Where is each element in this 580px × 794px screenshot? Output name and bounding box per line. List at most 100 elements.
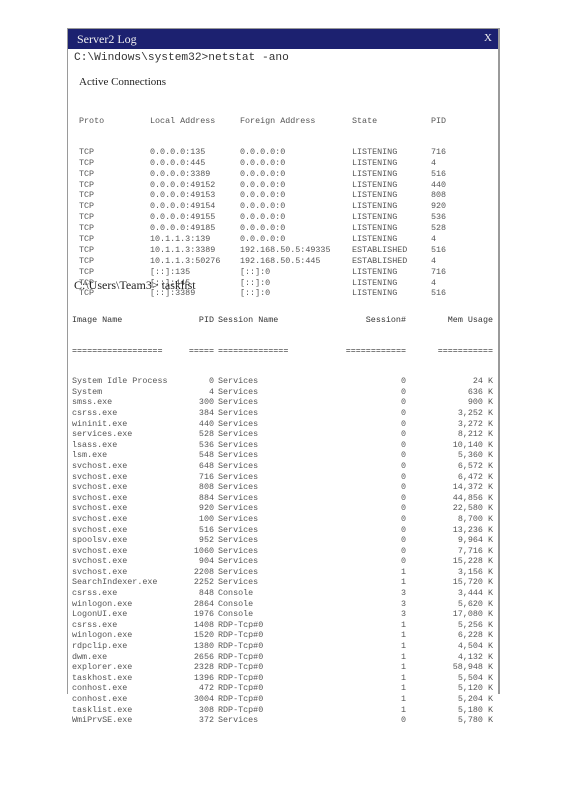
cell-local-address: 0.0.0.0:3389 [150, 168, 211, 179]
separator: ============== [218, 345, 289, 356]
process-row: conhost.exe 3004 RDP-Tcp#0 1 5,204 K [72, 694, 493, 705]
tasklist-header-row: Image Name PID Session Name Session# Mem… [72, 315, 493, 326]
cell-image-name: svchost.exe [72, 524, 128, 535]
netstat-table: Proto Local Address Foreign Address Stat… [79, 96, 446, 299]
cell-image-name: taskhost.exe [72, 672, 133, 683]
header-state: State [352, 116, 378, 126]
netstat-command: C:\Windows\system32>netstat -ano [74, 52, 289, 64]
process-row: svchost.exe 516 Services 0 13,236 K [72, 525, 493, 536]
separator: ================== [72, 345, 163, 356]
cell-image-name: svchost.exe [72, 503, 128, 514]
title-bar[interactable]: Server2 Log X [68, 29, 498, 49]
cell-pid: 2656 [193, 651, 214, 662]
cell-proto: TCP [79, 179, 95, 190]
cell-session-name: Services [218, 566, 259, 577]
cell-session-name: Services [218, 482, 259, 493]
cell-proto: TCP [79, 190, 95, 201]
cell-session-name: Services [218, 407, 259, 418]
separator: =========== [437, 345, 493, 356]
tasklist-separator-row: ================== ===== ============== … [72, 346, 493, 357]
cell-session-number: 1 [400, 619, 406, 630]
cell-session-number: 1 [400, 683, 406, 694]
cell-session-number: 0 [400, 439, 406, 450]
header-foreign-address: Foreign Address [240, 116, 316, 126]
cell-mem-usage: 17,080 K [452, 609, 493, 620]
cell-proto: TCP [79, 157, 95, 168]
cell-mem-usage: 13,236 K [452, 524, 493, 535]
cell-foreign-address: 0.0.0.0:0 [240, 179, 286, 190]
cell-session-name: Console [218, 598, 254, 609]
process-row: services.exe 528 Services 0 8,212 K [72, 429, 493, 440]
connection-row: TCP [::]:135 [::]:0 LISTENING 716 [79, 266, 446, 278]
cell-pid: 2864 [193, 598, 214, 609]
cell-session-name: Services [218, 492, 259, 503]
process-row: spoolsv.exe 952 Services 0 9,964 K [72, 535, 493, 546]
cell-mem-usage: 3,272 K [457, 418, 493, 429]
cell-session-number: 0 [400, 376, 406, 387]
cell-image-name: svchost.exe [72, 492, 128, 503]
cell-foreign-address: 0.0.0.0:0 [240, 190, 286, 201]
cell-local-address: [::]:135 [150, 266, 191, 277]
cell-session-number: 1 [400, 662, 406, 673]
cell-pid: 548 [198, 450, 214, 461]
cell-session-name: Services [218, 524, 259, 535]
cell-session-number: 0 [400, 450, 406, 461]
cell-session-number: 0 [400, 460, 406, 471]
connection-row: TCP 0.0.0.0:49152 0.0.0.0:0 LISTENING 440 [79, 179, 446, 191]
cell-state: LISTENING [352, 157, 398, 168]
cell-proto: TCP [79, 266, 95, 277]
process-row: svchost.exe 716 Services 0 6,472 K [72, 472, 493, 483]
cell-local-address: 10.1.1.3:3389 [150, 244, 216, 255]
cell-session-name: Services [218, 715, 259, 726]
cell-session-number: 0 [400, 429, 406, 440]
process-row: winlogon.exe 2864 Console 3 5,620 K [72, 599, 493, 610]
netstat-header-row: Proto Local Address Foreign Address Stat… [79, 116, 446, 127]
cell-pid: 808 [198, 482, 214, 493]
cell-local-address: 0.0.0.0:49155 [150, 212, 216, 223]
cell-pid: 536 [431, 212, 447, 223]
cell-mem-usage: 22,580 K [452, 503, 493, 514]
process-row: explorer.exe 2328 RDP-Tcp#0 1 58,948 K [72, 662, 493, 673]
cell-image-name: SearchIndexer.exe [72, 577, 158, 588]
cell-proto: TCP [79, 146, 95, 157]
cell-pid: 648 [198, 460, 214, 471]
process-row: csrss.exe 848 Console 3 3,444 K [72, 588, 493, 599]
cell-mem-usage: 4,132 K [457, 651, 493, 662]
cell-pid: 716 [431, 146, 447, 157]
cell-pid: 516 [431, 168, 447, 179]
tasklist-command: C:\Users\Team3> tasklist [74, 278, 196, 292]
cell-foreign-address: 0.0.0.0:0 [240, 201, 286, 212]
cell-pid: 1396 [193, 672, 214, 683]
cell-image-name: services.exe [72, 429, 133, 440]
process-row: LogonUI.exe 1976 Console 3 17,080 K [72, 609, 493, 620]
cell-mem-usage: 24 K [472, 376, 493, 387]
cell-pid: 848 [198, 588, 214, 599]
cell-session-name: Services [218, 503, 259, 514]
process-row: svchost.exe 2208 Services 1 3,156 K [72, 567, 493, 578]
cell-session-name: RDP-Tcp#0 [218, 694, 264, 704]
process-row: csrss.exe 1408 RDP-Tcp#0 1 5,256 K [72, 620, 493, 631]
cell-image-name: WmiPrvSE.exe [72, 715, 133, 726]
cell-mem-usage: 3,252 K [457, 407, 493, 418]
cell-pid: 2328 [193, 662, 214, 673]
header-pid: PID [431, 116, 447, 126]
cell-image-name: lsass.exe [72, 439, 118, 450]
cell-pid: 920 [198, 503, 214, 514]
server-log-window: Server2 Log X C:\Windows\system32>netsta… [67, 28, 500, 725]
cell-state: LISTENING [352, 190, 398, 201]
cell-state: LISTENING [352, 234, 398, 245]
cell-session-name: Services [218, 471, 259, 482]
cell-mem-usage: 58,948 K [452, 662, 493, 673]
cell-image-name: wininit.exe [72, 418, 128, 429]
cell-mem-usage: 8,700 K [457, 513, 493, 524]
cell-mem-usage: 4,504 K [457, 641, 493, 652]
cell-session-number: 0 [400, 397, 406, 408]
cell-mem-usage: 6,572 K [457, 460, 493, 471]
cell-mem-usage: 900 K [467, 397, 493, 408]
close-button[interactable]: X [484, 32, 492, 44]
cell-session-number: 1 [400, 577, 406, 588]
cell-session-number: 0 [400, 556, 406, 567]
cell-session-name: Services [218, 450, 259, 461]
process-row: winlogon.exe 1520 RDP-Tcp#0 1 6,228 K [72, 630, 493, 641]
cell-session-name: Services [218, 513, 259, 524]
